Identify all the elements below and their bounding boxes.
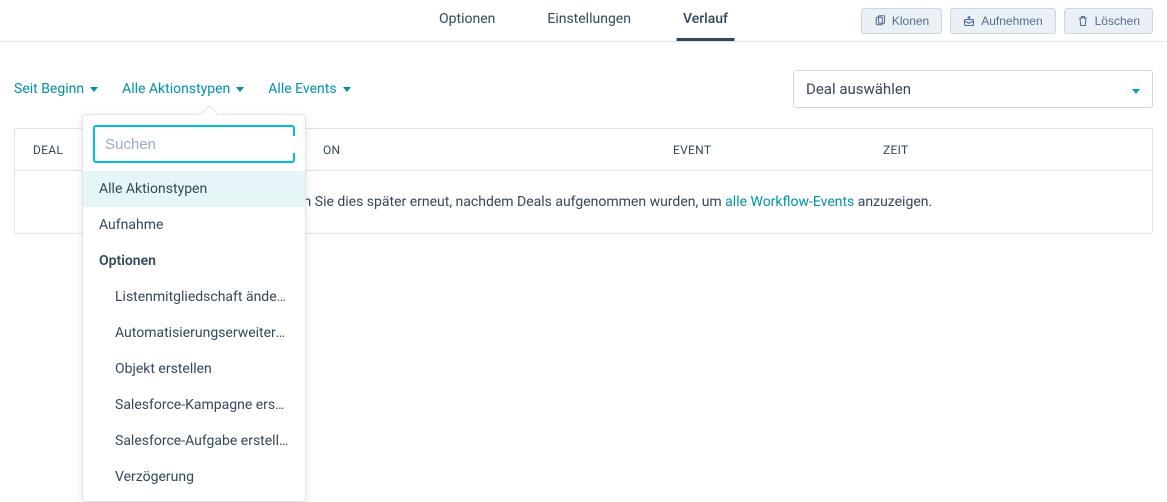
dropdown-item[interactable]: Listenmitgliedschaft ändern bbox=[83, 279, 305, 315]
chevron-down-icon bbox=[236, 87, 244, 92]
empty-msg: . Überprüfen Sie dies später erneut, nac… bbox=[235, 194, 932, 210]
filter-since-label: Seit Beginn bbox=[14, 81, 84, 97]
dropdown-search[interactable] bbox=[93, 125, 295, 163]
col-zeit: ZEIT bbox=[865, 143, 926, 157]
top-actions: Klonen Aufnehmen Löschen bbox=[861, 8, 1153, 34]
empty-msg-part2: anzuzeigen. bbox=[858, 194, 932, 210]
klonen-label: Klonen bbox=[892, 14, 929, 28]
filter-action-types-label: Alle Aktionstypen bbox=[122, 81, 230, 97]
filter-events[interactable]: Alle Events bbox=[268, 81, 350, 97]
tabs: Optionen Einstellungen Verlauf bbox=[433, 0, 734, 41]
deal-select-wrap: Deal auswählen bbox=[793, 70, 1153, 108]
filter-events-label: Alle Events bbox=[268, 81, 336, 97]
tab-optionen[interactable]: Optionen bbox=[433, 0, 501, 41]
dropdown-item[interactable]: Aufnahme bbox=[83, 207, 305, 243]
action-type-dropdown: Alle AktionstypenAufnahmeOptionenListenm… bbox=[82, 114, 306, 502]
dropdown-item[interactable]: Automatisierungserweiteru… bbox=[83, 315, 305, 351]
search-input[interactable] bbox=[105, 136, 304, 153]
dropdown-list: Alle AktionstypenAufnahmeOptionenListenm… bbox=[83, 171, 305, 501]
deal-select-placeholder: Deal auswählen bbox=[806, 80, 911, 98]
empty-msg-link[interactable]: alle Workflow-Events bbox=[725, 194, 854, 210]
filter-action-types[interactable]: Alle Aktionstypen bbox=[122, 81, 244, 97]
chevron-down-icon bbox=[90, 87, 98, 92]
empty-msg-part1: . Überprüfen Sie dies später erneut, nac… bbox=[235, 194, 725, 210]
dropdown-item: Optionen bbox=[83, 243, 305, 279]
copy-icon bbox=[874, 15, 886, 27]
enroll-icon bbox=[963, 15, 975, 27]
dropdown-item[interactable]: Verzögerung bbox=[83, 459, 305, 495]
aufnehmen-label: Aufnehmen bbox=[981, 14, 1042, 28]
dropdown-item[interactable]: Objekt erstellen bbox=[83, 351, 305, 387]
deal-select[interactable]: Deal auswählen bbox=[793, 70, 1153, 108]
tab-verlauf[interactable]: Verlauf bbox=[677, 0, 734, 41]
col-aktion: ON bbox=[305, 143, 358, 157]
dropdown-item[interactable]: Salesforce-Aufgabe erstellen bbox=[83, 423, 305, 459]
aufnehmen-button[interactable]: Aufnehmen bbox=[950, 8, 1055, 34]
loeschen-button[interactable]: Löschen bbox=[1064, 8, 1153, 34]
chevron-down-icon bbox=[343, 87, 351, 92]
klonen-button[interactable]: Klonen bbox=[861, 8, 942, 34]
chevron-down-icon bbox=[1128, 80, 1140, 98]
dropdown-item[interactable]: Salesforce-Kampagne erste… bbox=[83, 387, 305, 423]
tab-einstellungen[interactable]: Einstellungen bbox=[541, 0, 637, 41]
dropdown-search-wrap bbox=[83, 115, 305, 171]
topbar: Optionen Einstellungen Verlauf Klonen Au… bbox=[0, 0, 1167, 42]
loeschen-label: Löschen bbox=[1095, 14, 1140, 28]
col-event: EVENT bbox=[655, 143, 729, 157]
trash-icon bbox=[1077, 15, 1089, 27]
dropdown-item[interactable]: Alle Aktionstypen bbox=[83, 171, 305, 207]
filter-since[interactable]: Seit Beginn bbox=[14, 81, 98, 97]
